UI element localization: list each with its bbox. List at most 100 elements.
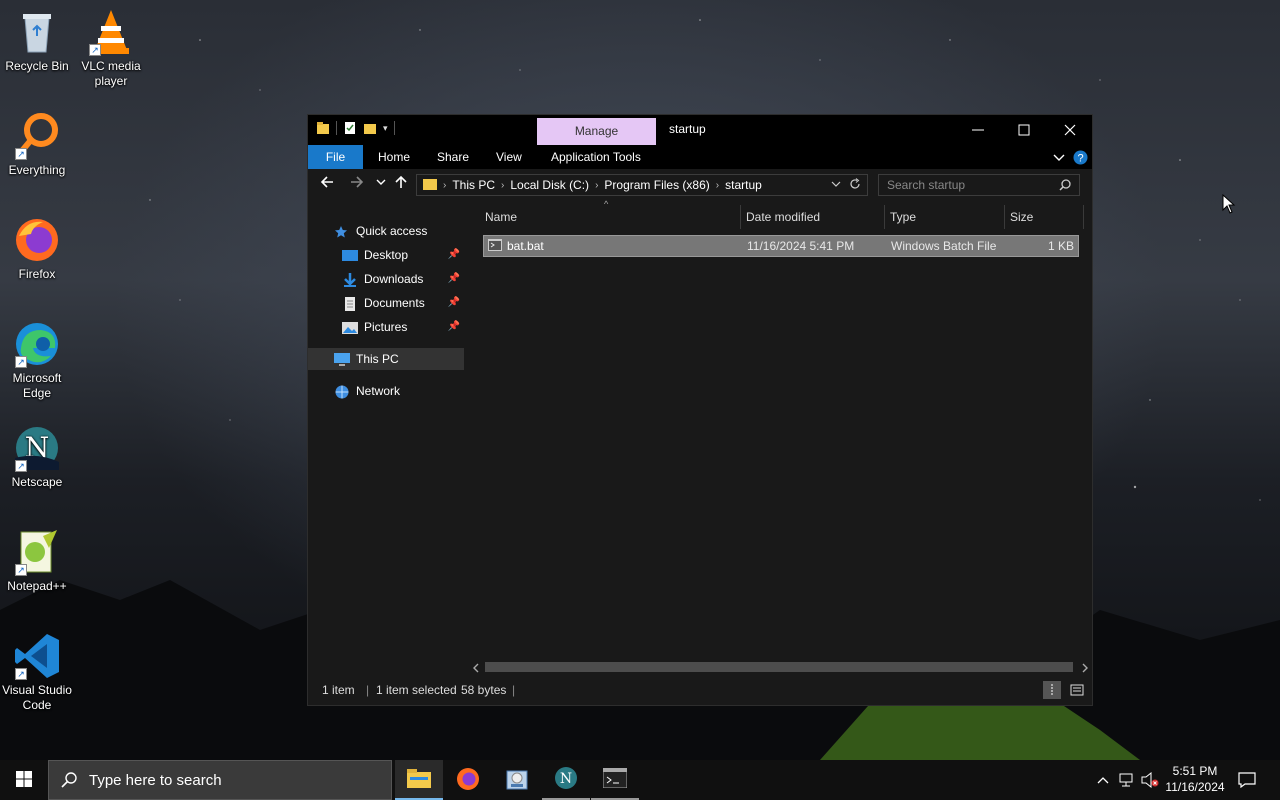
nav-desktop[interactable]: Desktop 📌 <box>308 244 464 266</box>
nav-label: Quick access <box>356 224 428 238</box>
forward-button[interactable] <box>347 175 367 195</box>
column-header-name[interactable]: Name <box>485 203 517 231</box>
tab-view[interactable]: View <box>496 145 522 169</box>
svg-text:N: N <box>560 771 572 787</box>
clock-date: 11/16/2024 <box>1165 780 1225 794</box>
close-button[interactable] <box>1047 115 1093 145</box>
desktop-icon-vlc[interactable]: ↗ VLC media player <box>74 8 148 89</box>
status-item-count: 1 item <box>322 683 355 697</box>
search-input[interactable]: Search startup <box>878 174 1080 196</box>
desktop-icon-notepadpp[interactable]: ↗ Notepad++ <box>0 528 74 594</box>
star-icon <box>334 224 350 238</box>
address-bar[interactable]: › This PC › Local Disk (C:) › Program Fi… <box>416 174 868 196</box>
customize-toolbar-icon[interactable]: ▾ <box>383 123 388 134</box>
nav-label: Downloads <box>364 272 424 286</box>
pin-icon: 📌 <box>447 249 460 260</box>
status-size: 58 bytes <box>461 683 507 697</box>
up-button[interactable] <box>391 175 411 195</box>
scrollbar-thumb[interactable] <box>485 662 1073 672</box>
status-divider: | <box>512 683 516 697</box>
start-button[interactable] <box>0 760 48 800</box>
nav-quick-access[interactable]: Quick access <box>308 220 464 242</box>
tab-application-tools[interactable]: Application Tools <box>551 145 641 169</box>
tab-share[interactable]: Share <box>437 145 469 169</box>
terminal-icon <box>602 767 628 791</box>
nav-label: Pictures <box>364 320 408 334</box>
expand-ribbon-icon[interactable] <box>1053 145 1065 169</box>
file-explorer-icon <box>407 768 431 791</box>
breadcrumb-program-files[interactable]: Program Files (x86) <box>604 178 709 192</box>
desktop-icon-everything[interactable]: ↗ Everything <box>0 112 74 178</box>
properties-icon[interactable] <box>343 121 357 135</box>
column-header-date[interactable]: Date modified <box>746 203 820 231</box>
ribbon-tabs: File Home Share View Application Tools ? <box>308 145 1092 169</box>
column-header-type[interactable]: Type <box>890 203 916 231</box>
scroll-right-icon[interactable] <box>1081 662 1089 676</box>
system-clock[interactable]: 5:51 PM 11/16/2024 <box>1158 763 1232 795</box>
taskbar-control-panel[interactable] <box>493 760 541 800</box>
nav-documents[interactable]: Documents 📌 <box>308 292 464 314</box>
navigation-pane: Quick access Desktop 📌 Downloads 📌 Docum… <box>308 201 466 675</box>
breadcrumb-separator: › <box>443 179 447 191</box>
taskbar-file-explorer[interactable] <box>395 760 443 800</box>
new-folder-icon[interactable] <box>363 121 377 135</box>
address-dropdown-icon[interactable] <box>831 178 841 192</box>
vlc-icon: ↗ <box>87 8 135 56</box>
window-title: startup <box>669 122 706 136</box>
nav-this-pc[interactable]: This PC <box>308 348 464 370</box>
breadcrumb-startup[interactable]: startup <box>725 178 762 192</box>
scroll-left-icon[interactable] <box>472 662 480 676</box>
refresh-icon[interactable] <box>849 178 861 193</box>
network-status-icon[interactable] <box>1116 760 1138 800</box>
firefox-icon <box>13 216 61 264</box>
breadcrumb-this-pc[interactable]: This PC <box>452 178 495 192</box>
tab-file[interactable]: File <box>308 145 363 169</box>
nav-downloads[interactable]: Downloads 📌 <box>308 268 464 290</box>
computer-icon <box>334 352 350 366</box>
details-view-button[interactable] <box>1043 681 1061 699</box>
tab-manage[interactable]: Manage <box>537 118 656 145</box>
notifications-button[interactable] <box>1234 760 1260 800</box>
folder-icon <box>423 177 437 193</box>
sort-ascending-icon: ^ <box>604 199 609 209</box>
desktop-icon-netscape[interactable]: N ↗ Netscape <box>0 424 74 490</box>
taskbar-firefox[interactable] <box>444 760 492 800</box>
desktop-icon-firefox[interactable]: Firefox <box>0 216 74 282</box>
picture-icon <box>342 320 358 334</box>
desktop-icon-label: Microsoft Edge <box>12 371 62 400</box>
table-row[interactable]: bat.bat 11/16/2024 5:41 PM Windows Batch… <box>483 235 1079 257</box>
nav-network[interactable]: Network <box>308 380 464 402</box>
show-hidden-icons-button[interactable] <box>1092 760 1114 800</box>
desktop-icon-edge[interactable]: ↗ Microsoft Edge <box>0 320 74 401</box>
file-name: bat.bat <box>507 239 544 253</box>
file-size: 1 KB <box>1047 239 1074 253</box>
folder-icon <box>316 121 330 135</box>
pin-icon: 📌 <box>447 297 460 308</box>
download-arrow-icon <box>342 272 358 287</box>
toolbar-divider <box>393 121 395 135</box>
everything-icon: ↗ <box>13 112 61 160</box>
desktop-folder-icon <box>342 248 358 262</box>
nav-label: Network <box>356 384 401 398</box>
minimize-button[interactable] <box>955 115 1001 145</box>
large-icons-view-button[interactable] <box>1068 681 1086 699</box>
desktop-icon-recycle-bin[interactable]: Recycle Bin <box>0 8 74 74</box>
nav-pictures[interactable]: Pictures 📌 <box>308 316 464 338</box>
column-header-size[interactable]: Size <box>1010 203 1033 231</box>
recent-locations-button[interactable] <box>371 175 391 195</box>
status-bar: 1 item | 1 item selected 58 bytes | <box>308 675 1092 705</box>
tab-home[interactable]: Home <box>378 145 410 169</box>
pin-icon: 📌 <box>447 321 460 332</box>
taskbar-terminal[interactable] <box>591 760 639 800</box>
back-button[interactable] <box>317 175 337 195</box>
search-icon <box>61 772 77 792</box>
desktop-icon-label: Everything <box>8 163 66 177</box>
taskbar-netscape[interactable]: N <box>542 760 590 800</box>
maximize-button[interactable] <box>1001 115 1047 145</box>
column-divider <box>1083 205 1084 229</box>
breadcrumb-local-disk[interactable]: Local Disk (C:) <box>510 178 589 192</box>
horizontal-scrollbar[interactable] <box>467 659 1092 675</box>
netscape-icon: N <box>554 766 578 793</box>
taskbar-search-input[interactable]: Type here to search <box>48 760 392 800</box>
desktop-icon-vscode[interactable]: ↗ Visual Studio Code <box>0 632 74 713</box>
